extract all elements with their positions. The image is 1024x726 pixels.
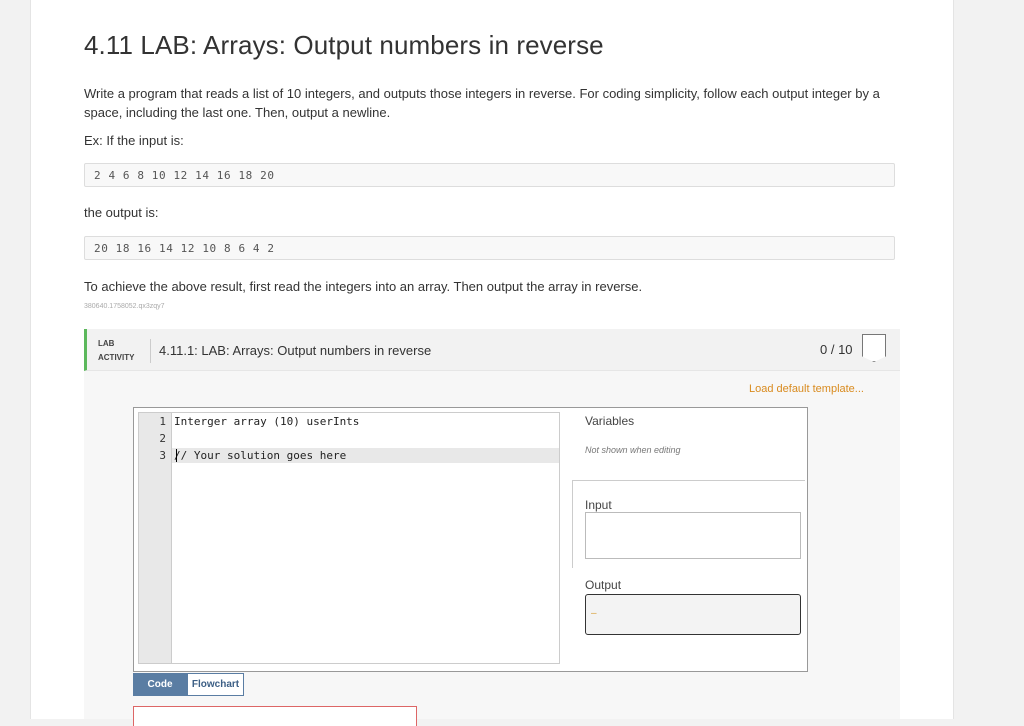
- line-number: 2: [159, 432, 166, 445]
- example-label: Ex: If the input is:: [84, 133, 184, 148]
- page-title: 4.11 LAB: Arrays: Output numbers in reve…: [84, 30, 604, 60]
- text-cursor: [176, 449, 177, 462]
- completion-badge-icon: [862, 334, 886, 362]
- workspace: 1 2 3 Interger array (10) userInts // Yo…: [133, 407, 808, 672]
- input-field[interactable]: [585, 512, 801, 559]
- variables-label: Variables: [585, 414, 635, 428]
- lab-tag-line2: ACTIVITY: [98, 353, 135, 362]
- panel-divider: [572, 480, 805, 481]
- line-number: 3: [159, 449, 166, 462]
- code-line[interactable]: // Your solution goes here: [174, 449, 346, 462]
- output-label: the output is:: [84, 205, 159, 220]
- input-label: Input: [585, 498, 612, 512]
- lab-score: 0 / 10: [820, 342, 853, 357]
- run-results-box: [133, 706, 417, 726]
- lab-body: Load default template... 1 2 3 Interger …: [84, 371, 900, 726]
- example-output-box: 20 18 16 14 12 10 8 6 4 2: [84, 236, 895, 260]
- description: Write a program that reads a list of 10 …: [84, 86, 880, 120]
- lab-name: 4.11.1: LAB: Arrays: Output numbers in r…: [159, 343, 432, 358]
- output-display: –: [585, 594, 801, 635]
- lab-header: LAB ACTIVITY 4.11.1: LAB: Arrays: Output…: [84, 329, 900, 371]
- lab-tag-line1: LAB: [98, 339, 115, 348]
- activity-id: 380640.1758052.qx3zqy7: [84, 303, 165, 310]
- load-default-template-link[interactable]: Load default template...: [749, 383, 864, 395]
- line-number: 1: [159, 415, 166, 428]
- variables-note: Not shown when editing: [585, 445, 681, 455]
- header-divider: [150, 339, 151, 363]
- panel-divider: [572, 480, 573, 568]
- tab-flowchart[interactable]: Flowchart: [187, 673, 244, 696]
- example-input-box: 2 4 6 8 10 12 14 16 18 20: [84, 163, 895, 187]
- lab-activity-panel: LAB ACTIVITY 4.11.1: LAB: Arrays: Output…: [84, 329, 900, 726]
- run-side-panel: Variables Not shown when editing Input O…: [572, 408, 805, 671]
- instructions: To achieve the above result, first read …: [84, 279, 643, 294]
- code-line[interactable]: Interger array (10) userInts: [174, 415, 359, 428]
- output-label: Output: [585, 578, 622, 592]
- code-editor[interactable]: 1 2 3 Interger array (10) userInts // Yo…: [138, 412, 560, 664]
- tab-code[interactable]: Code: [133, 673, 187, 696]
- lab-activity-tag: LAB ACTIVITY: [98, 337, 134, 365]
- output-caret-icon: –: [591, 608, 597, 619]
